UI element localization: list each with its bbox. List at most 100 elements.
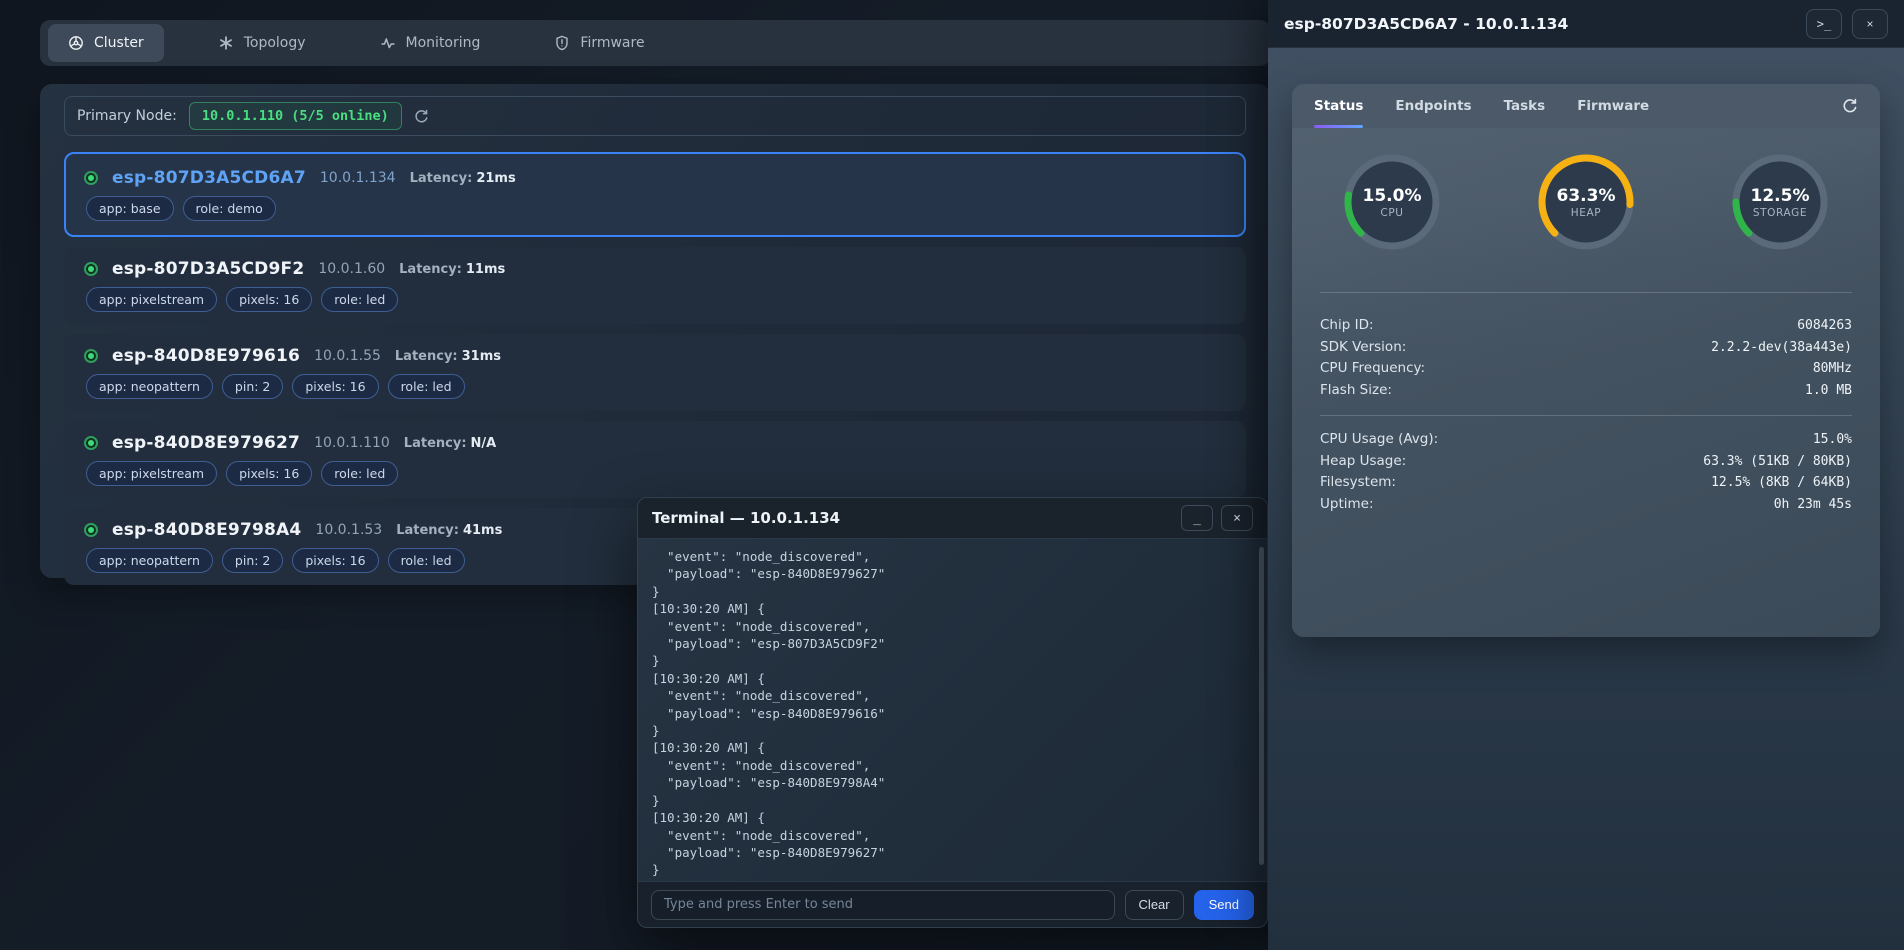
node-tag: pixels: 16 (226, 461, 312, 486)
node-tag: pin: 2 (222, 374, 283, 399)
terminal-log: "event": "node_discovered", "payload": "… (652, 548, 1253, 879)
primary-node-badge: 10.0.1.110 (5/5 online) (189, 102, 402, 130)
detail-row-sdk-version: SDK Version: 2.2.2-dev(38a443e) (1320, 337, 1852, 359)
node-status-card: Status Endpoints Tasks Firmware 15.0% CP… (1292, 84, 1880, 637)
tab-status[interactable]: Status (1314, 84, 1363, 128)
terminal-input[interactable] (651, 890, 1115, 920)
node-latency: Latency:N/A (404, 436, 496, 451)
nav-tab-firmware[interactable]: Firmware (534, 24, 664, 62)
terminal-log-area[interactable]: "event": "node_discovered", "payload": "… (638, 539, 1267, 881)
tab-endpoints[interactable]: Endpoints (1395, 84, 1471, 128)
open-terminal-button[interactable]: >_ (1806, 9, 1842, 39)
node-tag: app: pixelstream (86, 461, 217, 486)
node-row[interactable]: esp-840D8E979627 10.0.1.110 Latency:N/A … (64, 421, 1246, 498)
node-ip: 10.0.1.55 (314, 348, 381, 364)
close-icon: × (1233, 511, 1241, 526)
detail-row-cpu-usage: CPU Usage (Avg): 15.0% (1320, 429, 1852, 451)
node-tag: app: pixelstream (86, 287, 217, 312)
terminal-window: Terminal — 10.0.1.134 _ × "event": "node… (637, 497, 1268, 928)
node-latency: Latency:11ms (399, 262, 505, 277)
terminal-icon: >_ (1817, 17, 1831, 31)
node-ip: 10.0.1.134 (320, 170, 396, 186)
nav-tab-label: Firmware (580, 35, 644, 51)
node-detail-drawer: esp-807D3A5CD6A7 - 10.0.1.134 >_ × Statu… (1268, 0, 1904, 950)
gauge-value: 12.5% (1751, 186, 1810, 206)
heap-gauge: 63.3% HEAP (1538, 154, 1634, 250)
terminal-scrollbar[interactable] (1259, 547, 1264, 865)
node-tag: app: base (86, 196, 174, 221)
node-ip: 10.0.1.60 (318, 261, 385, 277)
detail-row-chip-id: Chip ID: 6084263 (1320, 315, 1852, 337)
online-status-icon (84, 523, 98, 537)
cluster-icon (68, 35, 84, 51)
close-icon: × (1866, 17, 1873, 31)
online-status-icon (84, 436, 98, 450)
terminal-minimize-button[interactable]: _ (1181, 505, 1213, 531)
node-name: esp-840D8E9798A4 (112, 520, 301, 540)
detail-row-heap-usage: Heap Usage: 63.3% (51KB / 80KB) (1320, 451, 1852, 473)
node-ip: 10.0.1.53 (315, 522, 382, 538)
terminal-send-button[interactable]: Send (1194, 890, 1254, 920)
node-row[interactable]: esp-807D3A5CD6A7 10.0.1.134 Latency:21ms… (64, 152, 1246, 237)
node-tag: pixels: 16 (292, 548, 378, 573)
drawer-title: esp-807D3A5CD6A7 - 10.0.1.134 (1284, 15, 1568, 33)
terminal-title: Terminal — 10.0.1.134 (652, 509, 840, 527)
node-tag: role: led (388, 374, 465, 399)
top-navigation: Cluster Topology Monitoring Firmware (40, 20, 1270, 66)
online-status-icon (84, 171, 98, 185)
drawer-close-button[interactable]: × (1852, 9, 1888, 39)
status-tab-content: 15.0% CPU 63.3% HEAP (1292, 128, 1880, 637)
node-latency: Latency:41ms (396, 523, 502, 538)
tab-firmware[interactable]: Firmware (1577, 84, 1649, 128)
node-tags: app: baserole: demo (86, 196, 1226, 221)
node-tag: app: neopattern (86, 548, 213, 573)
nav-tab-label: Monitoring (406, 35, 481, 51)
node-name: esp-840D8E979616 (112, 346, 300, 366)
terminal-titlebar: Terminal — 10.0.1.134 _ × (638, 498, 1267, 539)
gauge-label: HEAP (1571, 207, 1601, 219)
nav-tab-label: Cluster (94, 35, 144, 51)
nav-tab-label: Topology (244, 35, 306, 51)
node-tag: pixels: 16 (226, 287, 312, 312)
primary-node-label: Primary Node: (77, 108, 177, 124)
gauges-row: 15.0% CPU 63.3% HEAP (1320, 154, 1852, 250)
primary-refresh-button[interactable] (414, 109, 429, 124)
node-name: esp-807D3A5CD6A7 (112, 168, 306, 188)
monitoring-icon (380, 35, 396, 51)
detail-row-filesystem: Filesystem: 12.5% (8KB / 64KB) (1320, 472, 1852, 494)
refresh-icon (1842, 98, 1858, 114)
node-tag: role: led (388, 548, 465, 573)
detail-row-cpu-frequency: CPU Frequency: 80MHz (1320, 358, 1852, 380)
node-latency: Latency:31ms (395, 349, 501, 364)
nav-tab-cluster[interactable]: Cluster (48, 24, 164, 62)
terminal-clear-button[interactable]: Clear (1125, 890, 1184, 920)
detail-row-uptime: Uptime: 0h 23m 45s (1320, 494, 1852, 516)
node-latency: Latency:21ms (410, 171, 516, 186)
node-name: esp-807D3A5CD9F2 (112, 259, 304, 279)
cpu-gauge: 15.0% CPU (1344, 154, 1440, 250)
node-ip: 10.0.1.110 (314, 435, 390, 451)
refresh-icon (414, 109, 429, 124)
nav-tab-topology[interactable]: Topology (198, 24, 326, 62)
drawer-refresh-button[interactable] (1842, 98, 1858, 114)
nav-tab-monitoring[interactable]: Monitoring (360, 24, 501, 62)
node-tag: pixels: 16 (292, 374, 378, 399)
tab-tasks[interactable]: Tasks (1504, 84, 1546, 128)
node-tags: app: pixelstreampixels: 16role: led (86, 461, 1226, 486)
terminal-close-button[interactable]: × (1221, 505, 1253, 531)
node-row[interactable]: esp-840D8E979616 10.0.1.55 Latency:31ms … (64, 334, 1246, 411)
online-status-icon (84, 349, 98, 363)
gauge-value: 15.0% (1363, 186, 1422, 206)
gauge-value: 63.3% (1557, 186, 1616, 206)
node-row[interactable]: esp-807D3A5CD9F2 10.0.1.60 Latency:11ms … (64, 247, 1246, 324)
drawer-header: esp-807D3A5CD6A7 - 10.0.1.134 >_ × (1268, 0, 1904, 48)
node-tags: app: pixelstreampixels: 16role: led (86, 287, 1226, 312)
divider (1320, 292, 1852, 293)
terminal-input-row: Clear Send (638, 881, 1267, 927)
detail-row-flash-size: Flash Size: 1.0 MB (1320, 380, 1852, 402)
storage-gauge: 12.5% STORAGE (1732, 154, 1828, 250)
online-status-icon (84, 262, 98, 276)
gauge-label: STORAGE (1753, 207, 1807, 219)
gauge-label: CPU (1380, 207, 1403, 219)
firmware-icon (554, 35, 570, 51)
